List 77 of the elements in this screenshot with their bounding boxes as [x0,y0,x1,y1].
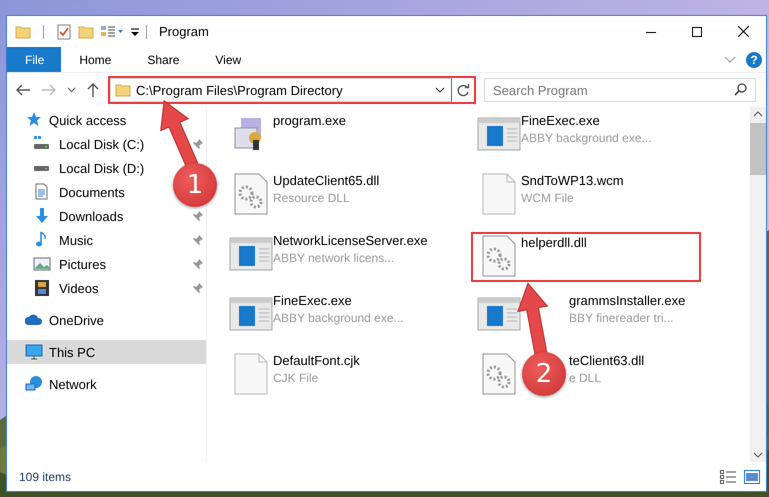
file-name[interactable]: DefaultFont.cjk [273,353,360,368]
folder-icon [115,82,131,98]
recent-locations-icon[interactable] [67,87,76,93]
file-name[interactable]: FineExec.exe [521,113,600,128]
nav-item[interactable]: OneDrive [7,308,108,332]
folder-icon [15,24,31,40]
large-icons-view-icon[interactable] [744,470,760,484]
file-icon [482,173,516,215]
nav-item[interactable]: Local Disk (D:) [7,156,148,180]
gear-file-icon [482,353,516,395]
search-field[interactable]: Search Program [484,78,756,102]
file-type: Resource DLL [273,191,350,205]
up-icon[interactable] [86,82,100,98]
file-icon [234,353,268,395]
window-title: Program [159,24,209,39]
nav-item[interactable]: Documents [7,180,129,204]
back-icon[interactable] [15,83,31,97]
gear-file-icon [234,173,268,215]
dropdown-icon[interactable] [435,87,445,93]
scrollbar[interactable] [750,107,766,462]
file-type: ABBY network licens... [273,251,394,265]
pin-icon[interactable] [193,139,203,149]
maximize-icon[interactable] [692,26,702,36]
pin-icon[interactable] [193,283,203,293]
nav-item[interactable]: This PC [7,340,206,364]
address-field[interactable]: C:\Program Files\Program Directory [110,78,452,102]
file-name[interactable]: NetworkLicenseServer.exe [273,233,428,248]
customize-icon[interactable] [100,24,124,40]
monitor-icon [25,343,43,361]
window-icon [229,297,273,331]
file-name[interactable]: teClient63.dll [569,353,644,368]
star-icon [25,111,43,129]
file-name[interactable]: FineExec.exe [273,293,352,308]
nav-item[interactable]: Videos [7,276,206,300]
film-icon [33,279,51,297]
nav-item[interactable]: Local Disk (C:) [7,132,206,156]
image-icon [33,255,51,273]
nav-item[interactable]: Pictures [7,252,206,276]
window-icon [229,237,273,271]
file-type: CJK File [273,371,318,385]
file-name[interactable]: helperdll.dll [521,235,587,250]
help-button[interactable]: ? [746,52,762,68]
file-type: WCM File [521,191,574,205]
file-name[interactable]: UpdateClient65.dll [273,173,380,188]
window-icon [477,117,521,151]
pin-icon[interactable] [193,211,203,221]
pin-icon[interactable] [193,259,203,269]
ribbon-tab[interactable]: View [197,47,260,72]
scrollbar-thumb[interactable] [750,123,766,175]
download-icon [33,207,51,225]
refresh-icon[interactable] [456,84,470,96]
nav-item[interactable]: Music [7,228,206,252]
ribbon-tab[interactable]: Home [61,47,130,72]
close-icon[interactable] [738,26,748,37]
file-name[interactable]: SndToWP13.wcm [521,173,624,188]
properties-icon[interactable] [56,24,72,40]
file-name[interactable]: program.exe [273,113,346,128]
file-type: ABBY background exe... [273,311,404,325]
pin-icon[interactable] [193,235,203,245]
expand-ribbon-icon[interactable] [724,56,736,64]
details-view-icon[interactable] [720,470,736,484]
file-menu-button[interactable]: File [7,47,62,72]
new-folder-icon [78,24,94,40]
search-icon[interactable] [734,83,747,96]
network-icon [25,375,43,393]
item-count: 109 items [19,470,72,484]
file-name[interactable]: grammsInstaller.exe [569,293,686,308]
gear-file-icon [482,235,516,277]
ribbon-tab[interactable]: Share [129,47,198,72]
drive-icon [33,164,50,172]
nav-item[interactable]: Network [7,372,101,396]
file-type: e DLL [569,371,602,385]
nav-item[interactable]: Quick access [7,108,130,132]
file-type: BBY finereader tri... [569,311,674,325]
file-type: ABBY background exe... [521,131,652,145]
window-icon [477,297,521,331]
nav-item[interactable]: Downloads [7,204,206,228]
